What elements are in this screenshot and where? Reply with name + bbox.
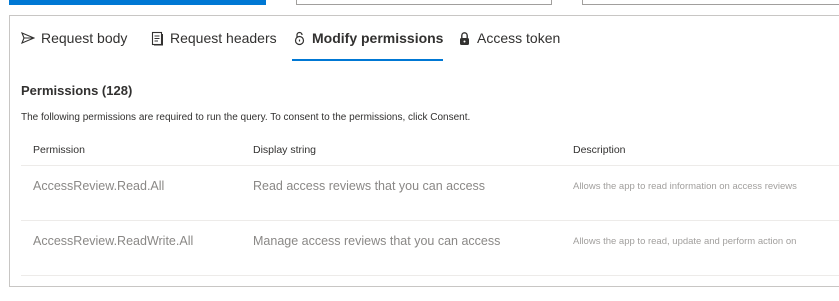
request-panel: Request body Request headers Modify perm… xyxy=(9,15,839,287)
document-icon xyxy=(150,30,164,46)
permissions-table: Permission Display string Description Ac… xyxy=(21,136,839,276)
query-url-input[interactable] xyxy=(582,0,839,5)
lock-icon xyxy=(457,30,471,46)
table-header: Permission Display string Description xyxy=(21,136,839,166)
permission-description: Allows the app to read, update and perfo… xyxy=(573,236,797,247)
permissions-title: Permissions (128) xyxy=(21,83,133,98)
table-row[interactable]: AccessReview.ReadWrite.All Manage access… xyxy=(21,221,839,276)
permission-description: Allows the app to read information on ac… xyxy=(573,181,797,192)
column-header-display-string[interactable]: Display string xyxy=(253,144,316,156)
permission-name: AccessReview.ReadWrite.All xyxy=(33,234,194,248)
top-controls xyxy=(0,0,839,6)
tab-modify-permissions[interactable]: Modify permissions xyxy=(292,30,444,62)
display-string: Manage access reviews that you can acces… xyxy=(253,234,501,248)
permissions-description: The following permissions are required t… xyxy=(21,112,471,123)
column-header-description[interactable]: Description xyxy=(573,144,626,156)
tab-label: Request body xyxy=(41,30,128,46)
request-tabs: Request body Request headers Modify perm… xyxy=(10,30,839,62)
unlock-icon xyxy=(292,30,306,46)
tab-request-body[interactable]: Request body xyxy=(21,30,127,62)
tab-label: Access token xyxy=(477,30,561,46)
table-row[interactable]: AccessReview.Read.All Read access review… xyxy=(21,166,839,221)
tab-request-headers[interactable]: Request headers xyxy=(150,30,277,62)
send-icon xyxy=(21,30,35,46)
display-string: Read access reviews that you can access xyxy=(253,179,486,193)
version-select[interactable] xyxy=(296,0,552,5)
permission-name: AccessReview.Read.All xyxy=(33,179,165,193)
tab-label: Request headers xyxy=(170,30,277,46)
tab-label: Modify permissions xyxy=(312,30,444,46)
run-query-button[interactable] xyxy=(9,0,266,5)
tab-access-token[interactable]: Access token xyxy=(457,30,560,62)
column-header-permission[interactable]: Permission xyxy=(33,144,85,156)
